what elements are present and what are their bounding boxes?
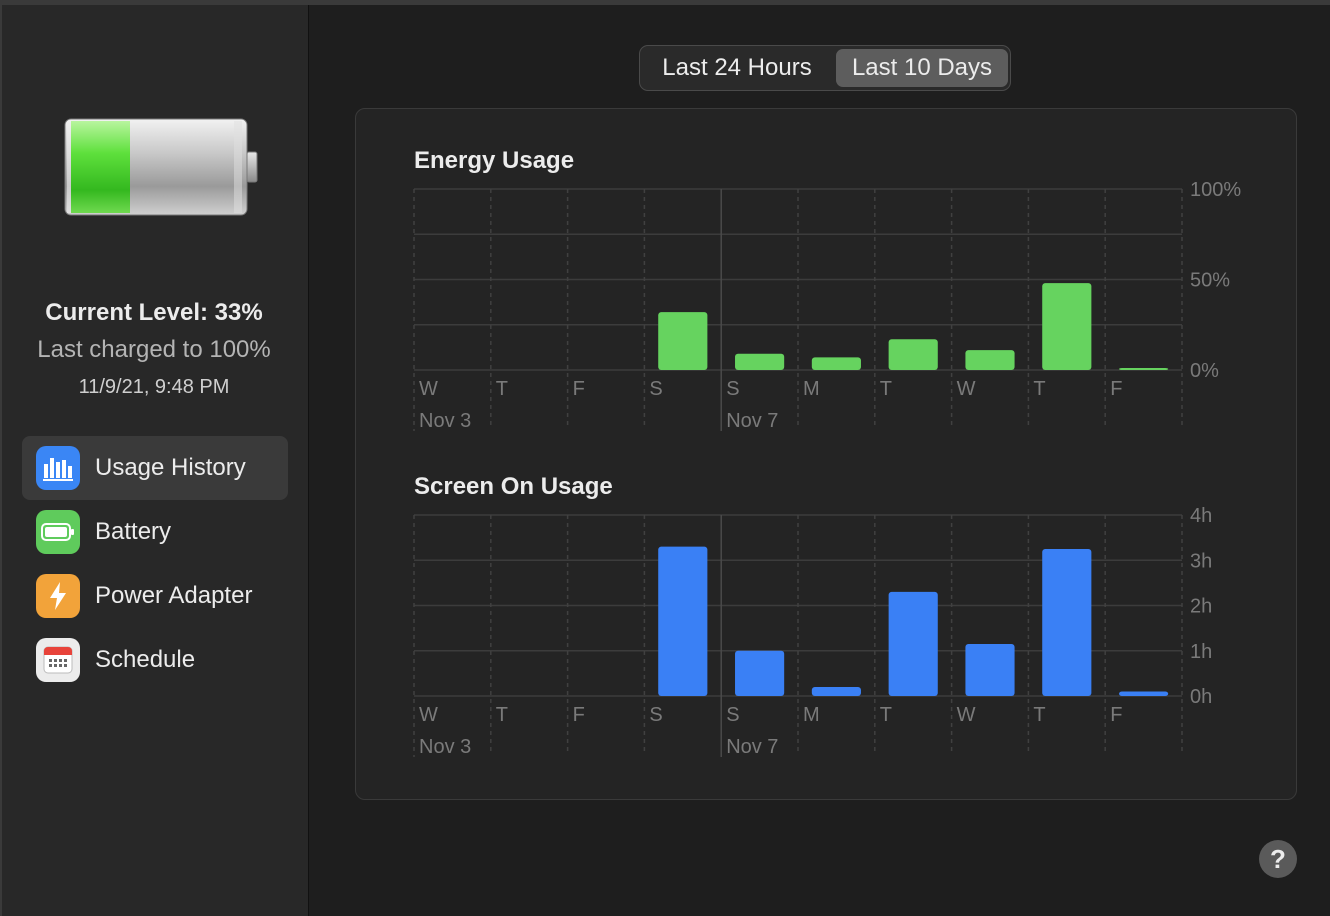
sidebar-item-label: Schedule bbox=[95, 646, 196, 673]
screen-on-usage-bar bbox=[1042, 548, 1092, 696]
screen-on-usage-bar bbox=[965, 643, 1015, 696]
sidebar-item-schedule[interactable]: Schedule bbox=[22, 628, 288, 692]
battery-level-icon bbox=[64, 118, 258, 216]
energy-usage-bar bbox=[965, 350, 1015, 370]
screen-on-usage-bar bbox=[735, 650, 785, 696]
day-label: F bbox=[573, 704, 585, 726]
day-label: T bbox=[496, 378, 508, 400]
energy-usage-bar bbox=[1042, 283, 1092, 370]
sidebar-item-label: Usage History bbox=[95, 454, 246, 481]
screen-on-usage-bar bbox=[811, 686, 861, 696]
day-label: W bbox=[419, 378, 438, 400]
day-label: T bbox=[880, 378, 892, 400]
sidebar-edge bbox=[0, 5, 2, 916]
day-label: T bbox=[1033, 704, 1045, 726]
main-content: Last 24 Hours Last 10 Days Energy Usage … bbox=[309, 5, 1330, 916]
y-tick-label: 0% bbox=[1190, 360, 1219, 382]
energy-usage-bar bbox=[1119, 368, 1169, 370]
day-label: S bbox=[726, 704, 739, 726]
day-label: S bbox=[649, 704, 662, 726]
day-label: F bbox=[1110, 704, 1122, 726]
date-label: Nov 3 bbox=[419, 736, 471, 758]
sidebar-item-usage-history[interactable]: Usage History bbox=[22, 436, 288, 500]
day-label: T bbox=[496, 704, 508, 726]
screen-on-usage-bar bbox=[888, 591, 938, 696]
energy-usage-bar bbox=[658, 312, 708, 370]
day-label: T bbox=[1033, 378, 1045, 400]
segment-last-24-hours[interactable]: Last 24 Hours bbox=[644, 49, 830, 87]
y-tick-label: 3h bbox=[1190, 550, 1212, 572]
sidebar-item-label: Power Adapter bbox=[95, 582, 253, 609]
battery-icon bbox=[36, 510, 80, 554]
y-tick-label: 50% bbox=[1190, 270, 1230, 292]
energy-usage-bar bbox=[888, 339, 938, 370]
day-label: W bbox=[419, 704, 438, 726]
sidebar-item-battery[interactable]: Battery bbox=[22, 500, 288, 564]
sidebar: Current Level: 33% Last charged to 100% … bbox=[0, 5, 309, 916]
screen-on-usage-bar bbox=[1119, 691, 1169, 696]
last-charged-text: Last charged to 100% bbox=[37, 336, 271, 363]
segment-last-10-days[interactable]: Last 10 Days bbox=[836, 49, 1008, 87]
day-label: T bbox=[880, 704, 892, 726]
screen-on-usage-chart: W T F S S M T W T F Nov 3 Nov 7 4h 3h 2h 1h 0h bbox=[413, 505, 1212, 758]
energy-usage-bar bbox=[811, 357, 861, 370]
y-tick-label: 1h bbox=[1190, 641, 1212, 663]
date-label: Nov 3 bbox=[419, 410, 471, 432]
y-tick-label: 100% bbox=[1190, 179, 1241, 201]
sidebar-nav: Usage History Battery Power Adapter Sche… bbox=[22, 436, 288, 692]
help-button[interactable]: ? bbox=[1259, 840, 1297, 878]
day-label: M bbox=[803, 704, 820, 726]
y-tick-label: 4h bbox=[1190, 505, 1212, 527]
current-level-text: Current Level: 33% bbox=[45, 299, 263, 326]
day-label: M bbox=[803, 378, 820, 400]
date-label: Nov 7 bbox=[726, 410, 778, 432]
y-tick-label: 0h bbox=[1190, 686, 1212, 708]
sidebar-item-power-adapter[interactable]: Power Adapter bbox=[22, 564, 288, 628]
sidebar-item-label: Battery bbox=[95, 518, 172, 545]
day-label: S bbox=[726, 378, 739, 400]
energy-usage-bar bbox=[735, 353, 785, 370]
day-label: S bbox=[649, 378, 662, 400]
charged-time-text: 11/9/21, 9:48 PM bbox=[78, 376, 230, 398]
usage-charts-panel: Energy Usage W T F S S M T W T F Nov 3 Nov 7 100% 50%… bbox=[355, 108, 1297, 800]
time-range-segmented-control: Last 24 Hours Last 10 Days bbox=[639, 45, 1011, 91]
bar-chart-icon bbox=[36, 446, 80, 490]
day-label: F bbox=[573, 378, 585, 400]
y-tick-label: 2h bbox=[1190, 596, 1212, 618]
day-label: W bbox=[957, 704, 976, 726]
calendar-icon bbox=[36, 638, 80, 682]
day-label: W bbox=[957, 378, 976, 400]
lightning-bolt-icon bbox=[36, 574, 80, 618]
screen-on-usage-bar bbox=[658, 546, 708, 696]
energy-usage-chart: W T F S S M T W T F Nov 3 Nov 7 100% 50% 0% bbox=[413, 179, 1241, 432]
date-label: Nov 7 bbox=[726, 736, 778, 758]
day-label: F bbox=[1110, 378, 1122, 400]
